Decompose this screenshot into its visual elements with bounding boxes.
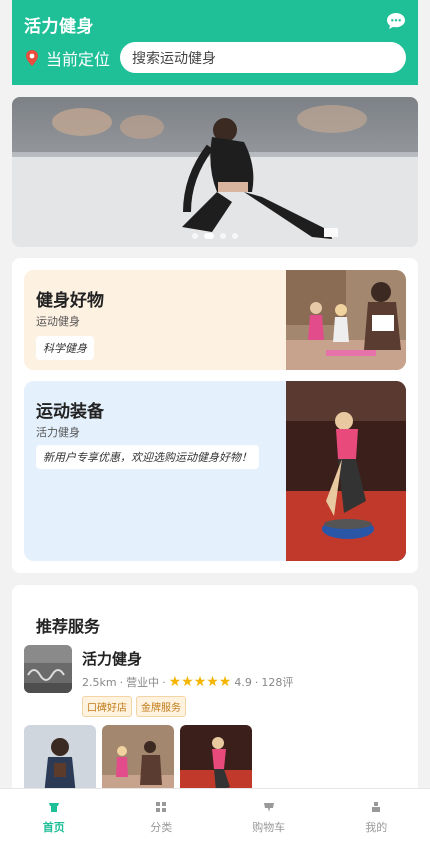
banner-dot[interactable] bbox=[232, 233, 238, 239]
promo-title: 健身好物 bbox=[36, 291, 104, 311]
banner-dot[interactable] bbox=[192, 233, 198, 239]
promo-card-sports-gear[interactable]: 运动装备 活力健身 新用户专享优惠，欢迎选购运动健身好物！ bbox=[24, 381, 406, 561]
promo-tag: 科学健身 bbox=[36, 336, 94, 360]
tab-label: 我的 bbox=[365, 821, 388, 834]
tab-home[interactable]: 首页 bbox=[0, 789, 108, 844]
promo-image-yoga-class bbox=[286, 270, 406, 370]
banner-pagination bbox=[12, 233, 418, 239]
promo-subtitle: 运动健身 bbox=[36, 315, 80, 328]
star-rating-icon: ★★★★★ bbox=[168, 674, 232, 690]
home-icon bbox=[48, 803, 59, 812]
gallery-image[interactable] bbox=[102, 725, 174, 795]
shop-gallery bbox=[24, 725, 252, 795]
tab-profile[interactable]: 我的 bbox=[323, 789, 430, 844]
location-selector[interactable]: 当前定位 bbox=[24, 44, 110, 72]
banner-dot-active[interactable] bbox=[204, 233, 214, 239]
gallery-image[interactable] bbox=[24, 725, 96, 795]
tab-label: 购物车 bbox=[252, 821, 286, 834]
promo-tag: 新用户专享优惠，欢迎选购运动健身好物！ bbox=[36, 445, 259, 469]
category-panel: 健身好物 运动健身 科学健身 运动装备 活力健身 新用户专享优惠，欢迎选购运动健… bbox=[12, 258, 418, 573]
meta-separator: · bbox=[162, 675, 166, 689]
shop-meta: 2.5km · 营业中 · ★★★★★ 4.9 · 128评 bbox=[82, 674, 293, 690]
banner-image bbox=[12, 97, 418, 247]
promo-image-balance-training bbox=[286, 381, 406, 561]
location-pin-icon bbox=[26, 50, 38, 66]
search-input[interactable]: 搜索运动健身 bbox=[120, 42, 406, 73]
user-icon bbox=[372, 802, 381, 812]
shop-distance: 2.5km bbox=[82, 675, 117, 689]
tab-cart[interactable]: 购物车 bbox=[215, 789, 323, 844]
tab-label: 分类 bbox=[150, 821, 173, 834]
grid-icon bbox=[156, 802, 167, 812]
shop-name[interactable]: 活力健身 bbox=[82, 648, 142, 669]
hero-banner[interactable] bbox=[12, 97, 418, 247]
banner-dot[interactable] bbox=[220, 233, 226, 239]
location-label: 当前定位 bbox=[46, 50, 111, 69]
chat-icon[interactable] bbox=[386, 12, 406, 30]
meta-separator: · bbox=[254, 675, 259, 689]
recommended-section: 推荐服务 活力健身 2.5km · 营业中 · ★★★★★ 4.9 · 128评… bbox=[12, 585, 418, 805]
shop-badge: 金牌服务 bbox=[136, 696, 186, 717]
bottom-tab-bar: 首页 分类 购物车 我的 bbox=[0, 788, 430, 844]
shop-status: 营业中 bbox=[126, 676, 160, 689]
shop-thumbnail[interactable] bbox=[24, 645, 72, 693]
promo-title: 运动装备 bbox=[36, 402, 104, 422]
meta-separator: · bbox=[119, 675, 124, 689]
app-header: 活力健身 当前定位 搜索运动健身 bbox=[12, 0, 418, 85]
tab-label: 首页 bbox=[42, 821, 65, 834]
shop-badge: 口碑好店 bbox=[82, 696, 132, 717]
shop-badges: 口碑好店 金牌服务 bbox=[82, 696, 186, 717]
promo-subtitle: 活力健身 bbox=[36, 426, 80, 439]
app-title: 活力健身 bbox=[24, 17, 94, 37]
promo-card-fitness-goods[interactable]: 健身好物 运动健身 科学健身 bbox=[24, 270, 406, 370]
gallery-image[interactable] bbox=[180, 725, 252, 795]
shop-reviews: 128评 bbox=[261, 676, 294, 689]
shop-rating: 4.9 bbox=[234, 675, 252, 689]
section-title: 推荐服务 bbox=[36, 617, 101, 636]
tab-category[interactable]: 分类 bbox=[108, 789, 216, 844]
cart-icon bbox=[263, 803, 274, 812]
